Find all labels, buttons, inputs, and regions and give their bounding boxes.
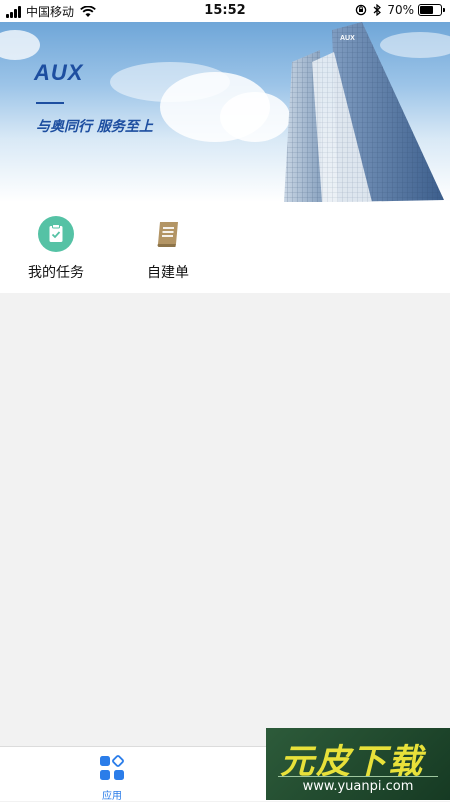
battery-icon [418, 4, 445, 16]
my-tasks-shortcut[interactable]: 我的任务 [16, 216, 96, 286]
bluetooth-icon [373, 4, 382, 16]
status-right: 70% [355, 3, 445, 17]
book-icon [150, 216, 186, 252]
tower-building-image: AUX [284, 22, 444, 202]
logo-divider [36, 102, 64, 104]
watermark-url: www.yuanpi.com [278, 776, 438, 794]
battery-fill [420, 6, 433, 14]
apps-grid-icon [100, 755, 124, 780]
site-watermark: 元皮下载 www.yuanpi.com [266, 728, 450, 800]
tab-apps[interactable]: 应用 [92, 755, 132, 802]
shortcut-panel: 我的任务 自建单 [0, 202, 450, 293]
orientation-lock-icon [356, 4, 367, 16]
brand-logo: AUX [34, 60, 84, 85]
battery-percent: 70% [387, 3, 414, 17]
cloud [220, 92, 290, 142]
building-sign: AUX [340, 35, 355, 42]
banner: AUX AUX 与奥同行 服务至上 [0, 22, 450, 202]
status-bar: 中国移动 15:52 70% [0, 0, 450, 22]
clipboard-check-icon [38, 216, 74, 252]
my-tasks-label: 我的任务 [28, 265, 84, 281]
brand-slogan: 与奥同行 服务至上 [36, 119, 153, 135]
cloud [0, 30, 40, 60]
create-order-shortcut[interactable]: 自建单 [128, 216, 208, 286]
create-order-label: 自建单 [147, 265, 189, 281]
